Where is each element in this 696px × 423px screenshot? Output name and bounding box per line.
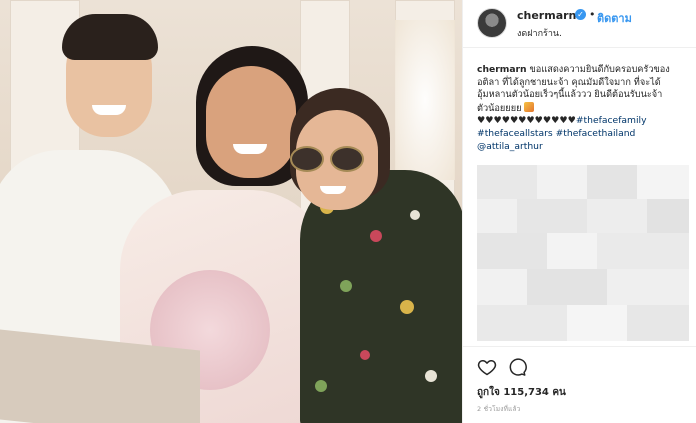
comment-icon[interactable]: [507, 357, 527, 377]
person-left-smile: [92, 105, 126, 115]
pixelated-comment-block: [597, 233, 689, 269]
post-caption: chermarn ขอแสดงความยินดีกับครอบครัวของ อ…: [477, 64, 689, 153]
post-actions: ถูกใจ 115,734 คน 2 ชั่วโมงที่แล้ว: [463, 346, 696, 423]
person-left-hair: [62, 14, 158, 60]
sunglasses-left-lens: [290, 146, 324, 172]
caption-line: ตัวน้อยยยย: [477, 101, 689, 116]
pixelated-comment-block: [527, 269, 607, 305]
blurred-comments: [477, 165, 689, 341]
caption-line: #thefaceallstars #thefacethailand: [477, 128, 689, 141]
follow-separator: •: [589, 8, 596, 21]
background-window: [395, 20, 455, 180]
person-center-face: [206, 66, 296, 178]
pixelated-comment-block: [607, 269, 689, 305]
mention-link[interactable]: @attila_arthur: [477, 141, 689, 154]
pixelated-comment-block: [567, 305, 627, 341]
pixelated-comment-block: [647, 199, 689, 233]
location-link[interactable]: งดฝากร้าน.: [517, 26, 562, 40]
caption-text: อติลา ที่ได้ลูกชายนะจ้า คุณมัมดีใจมาก ที…: [477, 76, 661, 88]
follow-button[interactable]: ติดตาม: [597, 9, 632, 27]
pixelated-comment-block: [637, 165, 689, 199]
floral-pattern: [410, 210, 420, 220]
pixelated-comment-block: [477, 165, 537, 199]
caption-hearts: ♥♥♥♥♥♥♥♥♥♥♥♥: [477, 115, 576, 127]
floral-pattern: [315, 380, 327, 392]
pixelated-comment-block: [477, 199, 517, 233]
floral-pattern: [360, 350, 370, 360]
like-count[interactable]: ถูกใจ 115,734 คน: [477, 385, 566, 400]
pixelated-comment-block: [537, 165, 587, 199]
verified-badge-icon: ✓: [575, 9, 586, 20]
caption-text: ตัวน้อยยยย: [477, 102, 522, 114]
caption-text: อุ้มหลานตัวน้อยเร็วๆนี้แล้ววว ยินดีต้อนร…: [477, 89, 663, 101]
family-emoji-icon: [524, 101, 535, 112]
floral-pattern: [425, 370, 437, 382]
caption-line: ♥♥♥♥♥♥♥♥♥♥♥♥#thefacefamily: [477, 115, 689, 128]
post-photo[interactable]: [0, 0, 462, 423]
floral-pattern: [400, 300, 414, 314]
pixelated-comment-block: [517, 199, 587, 233]
post-header: chermarn ✓ • ติดตาม งดฝากร้าน.: [463, 0, 696, 48]
pixelated-comment-block: [587, 199, 647, 233]
instagram-post-window: chermarn ✓ • ติดตาม งดฝากร้าน. chermarn …: [0, 0, 696, 423]
username-link[interactable]: chermarn: [517, 9, 576, 22]
person-center-smile: [233, 144, 267, 154]
caption-line: chermarn ขอแสดงความยินดีกับครอบครัวของ: [477, 64, 689, 77]
caption-author-link[interactable]: chermarn: [477, 64, 527, 75]
hashtag-link[interactable]: #thefaceallstars: [477, 128, 553, 139]
pixelated-comment-block: [547, 233, 597, 269]
sunglasses-right-lens: [330, 146, 364, 172]
hashtag-link[interactable]: #thefacefamily: [576, 115, 647, 126]
floral-pattern: [340, 280, 352, 292]
post-timestamp: 2 ชั่วโมงที่แล้ว: [477, 405, 521, 413]
pixelated-comment-block: [587, 165, 637, 199]
floral-pattern: [370, 230, 382, 242]
pixelated-comment-block: [477, 305, 567, 341]
pixelated-comment-block: [477, 269, 527, 305]
pixelated-comment-block: [627, 305, 689, 341]
hashtag-link[interactable]: #thefacethailand: [556, 128, 636, 139]
avatar[interactable]: [477, 8, 507, 38]
caption-text: ขอแสดงความยินดีกับครอบครัวของ: [529, 64, 670, 75]
pixelated-comment-block: [477, 233, 547, 269]
heart-icon[interactable]: [477, 357, 497, 377]
person-right-smile: [320, 186, 346, 194]
post-sidebar: chermarn ✓ • ติดตาม งดฝากร้าน. chermarn …: [463, 0, 696, 423]
